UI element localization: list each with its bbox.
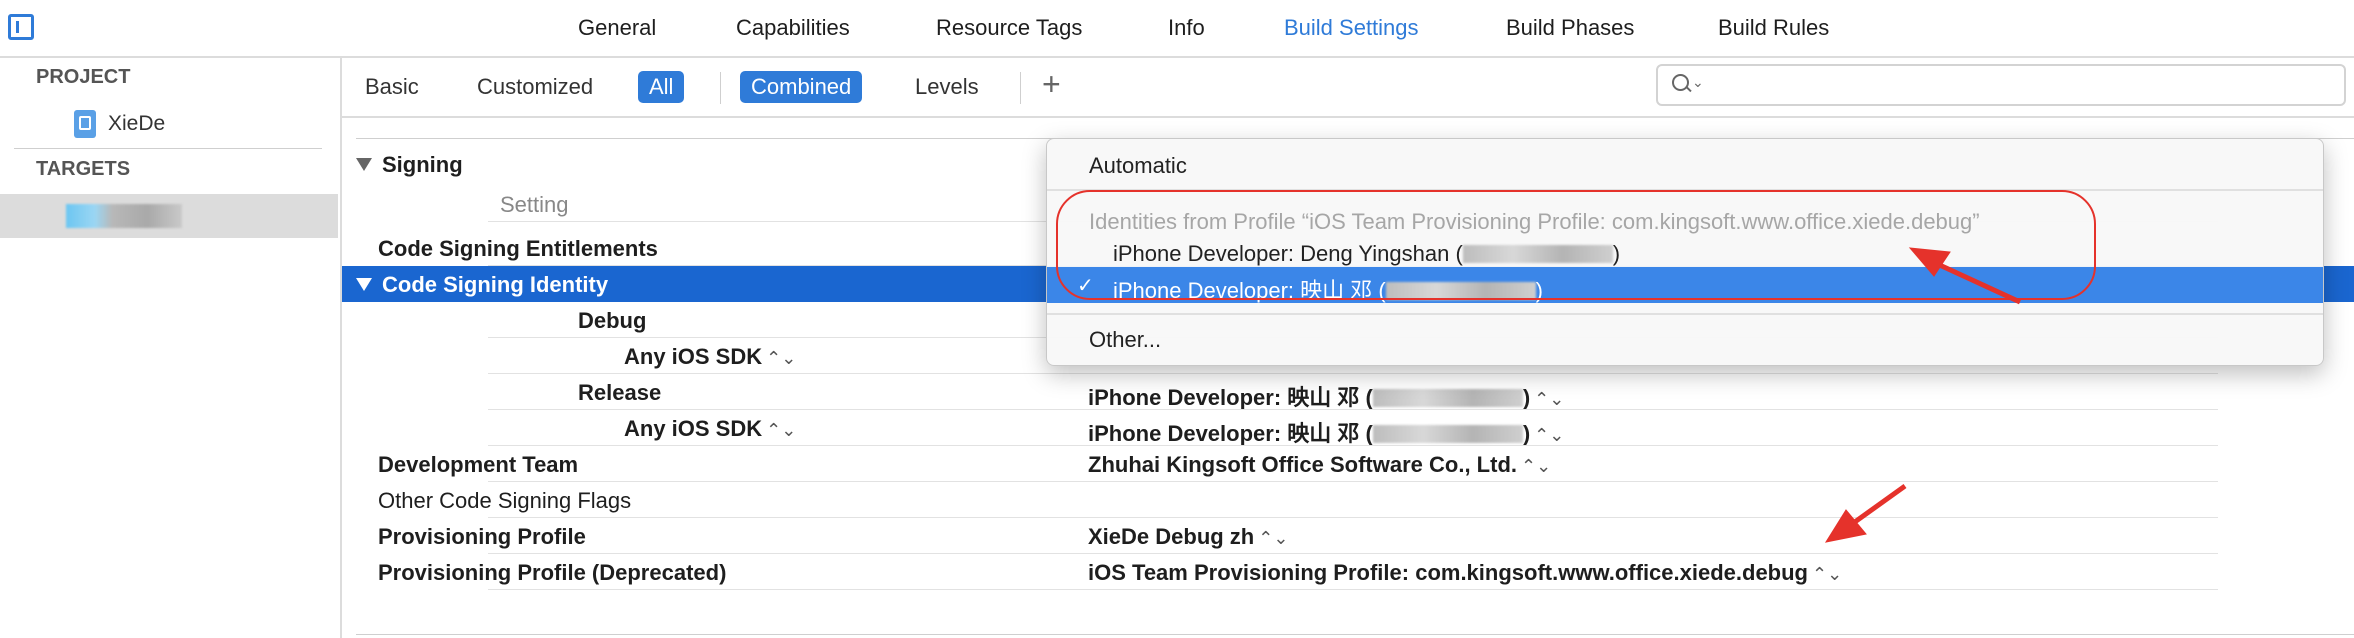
tab-build-rules[interactable]: Build Rules bbox=[1718, 15, 1829, 41]
project-header: PROJECT bbox=[36, 66, 131, 88]
setting-label: Other Code Signing Flags bbox=[378, 488, 632, 513]
redacted-identifier bbox=[1372, 389, 1523, 407]
disclosure-triangle-icon[interactable] bbox=[356, 158, 372, 171]
tab-build-settings[interactable]: Build Settings bbox=[1284, 15, 1419, 41]
setting-value: XieDe Debug zh bbox=[1088, 524, 1255, 549]
setting-label: Provisioning Profile bbox=[378, 524, 586, 549]
tab-capabilities[interactable]: Capabilities bbox=[736, 15, 850, 41]
setting-label: Any iOS SDK bbox=[624, 344, 763, 369]
section-divider bbox=[356, 634, 2354, 635]
setting-value: iOS Team Provisioning Profile: com.kings… bbox=[1088, 560, 1808, 585]
stepper-icon[interactable]: ⌃⌄ bbox=[766, 348, 796, 368]
menu-separator bbox=[1047, 313, 2323, 315]
setting-value: iPhone Developer: 映山 邓 ( bbox=[1088, 421, 1373, 446]
filter-all-button[interactable]: All bbox=[638, 71, 685, 103]
view-combined-button[interactable]: Combined bbox=[740, 71, 863, 103]
add-setting-button[interactable]: + bbox=[1042, 66, 1061, 103]
setting-row-other-signing-flags[interactable]: Other Code Signing Flags bbox=[342, 482, 2354, 518]
stepper-icon[interactable]: ⌃⌄ bbox=[1258, 528, 1288, 548]
chevron-down-icon: ⌄ bbox=[1692, 74, 1704, 90]
filter-separator bbox=[720, 72, 721, 104]
view-levels-button[interactable]: Levels bbox=[904, 71, 990, 103]
stepper-icon[interactable]: ⌃⌄ bbox=[1534, 425, 1564, 445]
stepper-icon[interactable]: ⌃⌄ bbox=[1521, 456, 1551, 476]
disclosure-triangle-icon[interactable] bbox=[356, 278, 372, 291]
tab-resource-tags[interactable]: Resource Tags bbox=[936, 15, 1082, 41]
project-item[interactable]: XieDe bbox=[108, 112, 165, 136]
stepper-icon[interactable]: ⌃⌄ bbox=[1534, 389, 1564, 409]
section-title: Signing bbox=[382, 152, 463, 177]
stepper-icon[interactable]: ⌃⌄ bbox=[766, 420, 796, 440]
setting-label: Code Signing Identity bbox=[382, 272, 609, 297]
menu-item-label: Automatic bbox=[1089, 153, 1187, 178]
setting-label: Debug bbox=[578, 308, 647, 333]
search-input[interactable]: ⌄ bbox=[1656, 64, 2346, 106]
setting-label: Any iOS SDK bbox=[624, 416, 763, 441]
setting-row-provisioning-profile-deprecated[interactable]: Provisioning Profile (Deprecated) iOS Te… bbox=[342, 554, 2354, 590]
setting-label: Development Team bbox=[378, 452, 579, 477]
menu-item-automatic[interactable]: Automatic bbox=[1047, 147, 2323, 183]
setting-row-provisioning-profile[interactable]: Provisioning Profile XieDe Debug zh ⌃⌄ bbox=[342, 518, 2354, 554]
build-settings-filter-bar: Basic Customized All Combined Levels + ⌄ bbox=[342, 58, 2354, 118]
project-navigator: PROJECT XieDe TARGETS bbox=[0, 58, 342, 638]
sidebar-toggle-icon[interactable] bbox=[8, 14, 34, 40]
setting-column-header: Setting bbox=[500, 192, 569, 217]
search-icon bbox=[1672, 74, 1689, 91]
setting-row-release[interactable]: Release iPhone Developer: 映山 邓 () ⌃⌄ bbox=[342, 374, 2354, 410]
setting-row-release-any-sdk[interactable]: Any iOS SDK ⌃⌄ iPhone Developer: 映山 邓 () ⌃… bbox=[342, 410, 2354, 446]
filter-separator bbox=[1020, 72, 1021, 104]
target-item[interactable] bbox=[0, 194, 338, 238]
filter-basic-button[interactable]: Basic bbox=[354, 71, 430, 103]
redacted-target-name bbox=[66, 204, 182, 228]
setting-label: Release bbox=[578, 380, 662, 405]
setting-row-development-team[interactable]: Development Team Zhuhai Kingsoft Office … bbox=[342, 446, 2354, 482]
close-paren: ) bbox=[1522, 385, 1531, 410]
navigator-divider bbox=[14, 148, 322, 149]
tab-info[interactable]: Info bbox=[1168, 15, 1205, 41]
close-paren: ) bbox=[1522, 421, 1531, 446]
project-file-icon bbox=[74, 110, 96, 138]
menu-item-other[interactable]: Other... bbox=[1047, 321, 2323, 357]
setting-value: Zhuhai Kingsoft Office Software Co., Ltd… bbox=[1088, 452, 1517, 477]
tab-general[interactable]: General bbox=[578, 15, 656, 41]
setting-label: Code Signing Entitlements bbox=[378, 236, 658, 261]
annotation-highlight-oval bbox=[1056, 190, 2096, 300]
targets-header: TARGETS bbox=[36, 158, 131, 180]
tab-build-phases[interactable]: Build Phases bbox=[1506, 15, 1634, 41]
filter-customized-button[interactable]: Customized bbox=[466, 71, 604, 103]
setting-label: Provisioning Profile (Deprecated) bbox=[378, 560, 727, 585]
stepper-icon[interactable]: ⌃⌄ bbox=[1812, 564, 1842, 584]
editor-tab-bar: General Capabilities Resource Tags Info … bbox=[0, 0, 2354, 58]
redacted-identifier bbox=[1372, 425, 1523, 443]
setting-value: iPhone Developer: 映山 邓 ( bbox=[1088, 385, 1373, 410]
menu-item-label: Other... bbox=[1089, 327, 1162, 352]
